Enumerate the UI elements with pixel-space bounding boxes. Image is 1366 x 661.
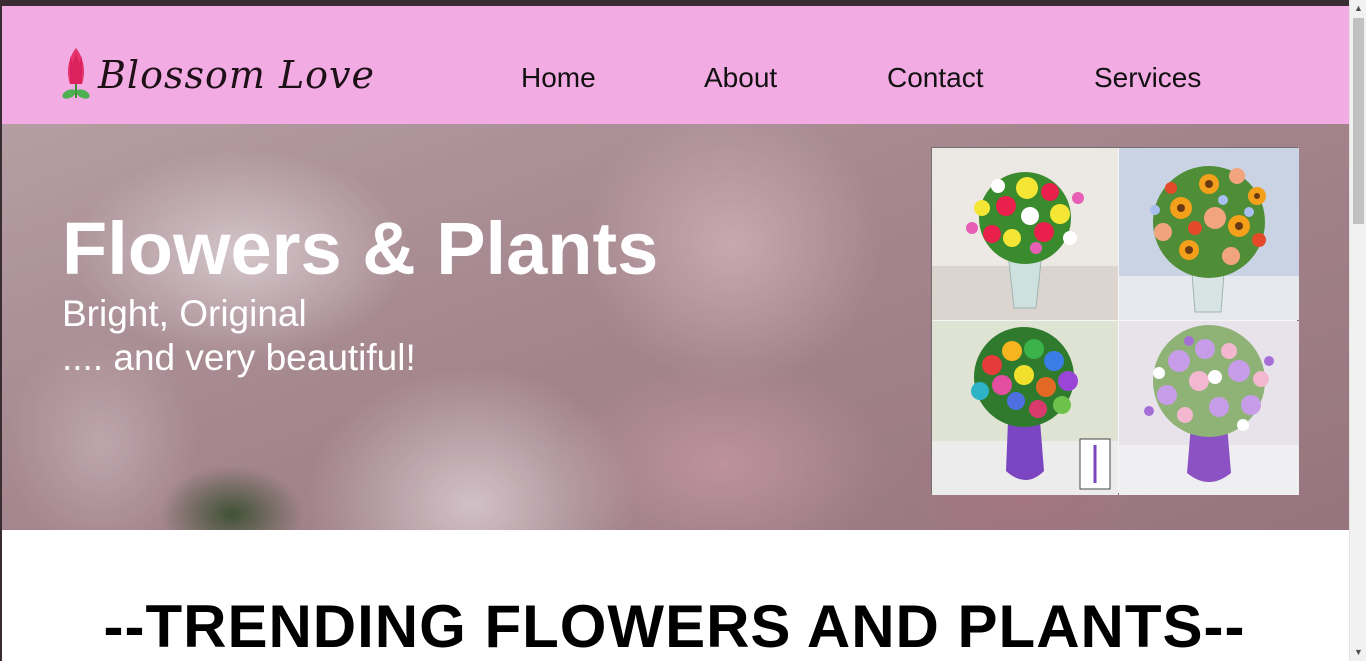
hero-title: Flowers & Plants — [62, 207, 659, 290]
bouquet-lily-rose-image[interactable] — [932, 148, 1118, 320]
nav-contact[interactable]: Contact — [887, 62, 984, 94]
nav-services[interactable]: Services — [1094, 62, 1201, 94]
page-scrollbar[interactable]: ▲ ▼ — [1349, 0, 1366, 661]
lavender-bouquet-icon — [1119, 321, 1299, 495]
hero-subtitle-line2: .... and very beautiful! — [62, 337, 416, 378]
scroll-up-arrow-icon[interactable]: ▲ — [1350, 0, 1366, 17]
scrollbar-thumb[interactable] — [1353, 18, 1364, 224]
main-nav: Home About Contact Services — [2, 62, 1349, 102]
sunflower-bouquet-icon — [1119, 148, 1299, 320]
nav-home[interactable]: Home — [521, 62, 596, 94]
trending-section-title: --TRENDING FLOWERS AND PLANTS-- — [103, 593, 1246, 660]
scroll-down-arrow-icon[interactable]: ▼ — [1350, 644, 1366, 661]
bouquet-sunflower-image[interactable] — [1119, 148, 1299, 320]
featured-bouquets-grid — [931, 147, 1299, 495]
hero-subtitle: Bright, Original .... and very beautiful… — [62, 292, 416, 380]
hero-subtitle-line1: Bright, Original — [62, 293, 307, 334]
bouquet-lavender-image[interactable] — [1119, 321, 1299, 495]
lily-rose-bouquet-icon — [932, 148, 1118, 320]
rainbow-rose-bouquet-icon — [932, 321, 1118, 495]
bouquet-rainbow-rose-image[interactable] — [932, 321, 1118, 495]
site-header: Blossom Love Home About Contact Services — [2, 6, 1349, 124]
nav-about[interactable]: About — [704, 62, 777, 94]
